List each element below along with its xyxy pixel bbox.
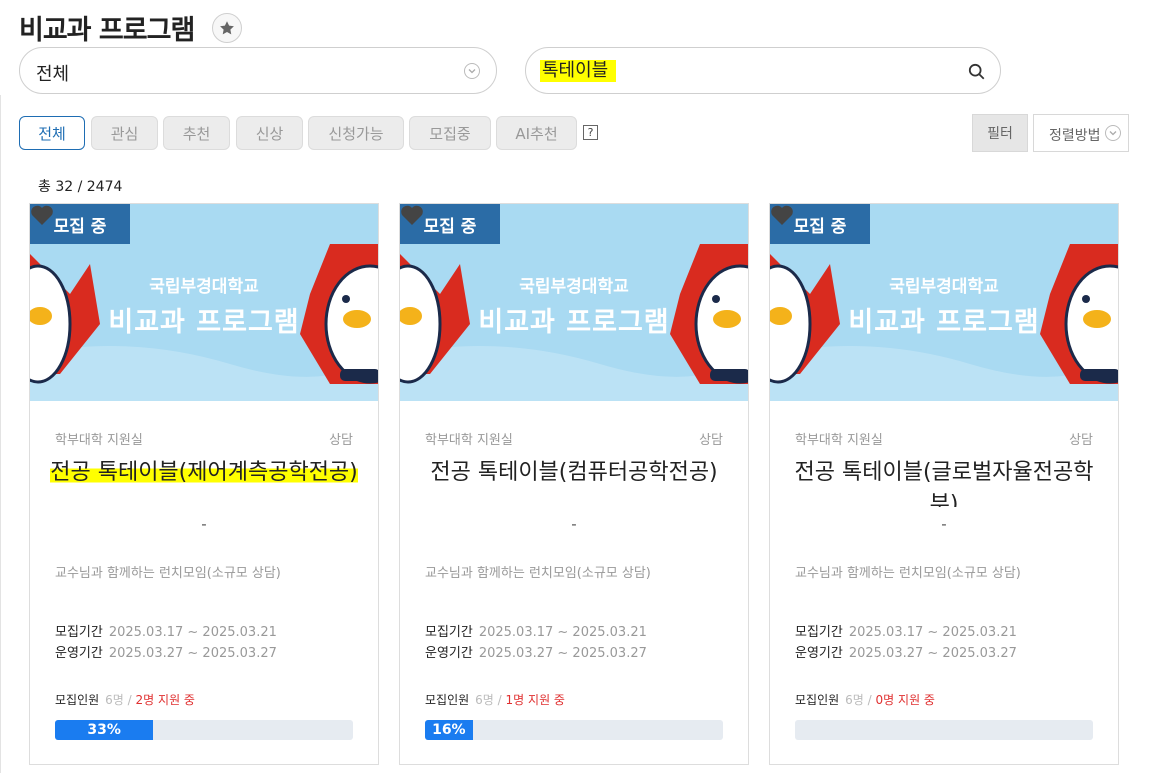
program-title[interactable]: 전공 톡테이블(컴퓨터공학전공) [420,457,728,507]
program-subtitle: - [571,515,577,533]
program-card[interactable]: 국립부경대학교 비교과 프로그램 모집 중 학부대학 지원실 상담 전공 톡테이… [29,203,379,765]
program-banner-image: 국립부경대학교 비교과 프로그램 모집 중 [770,204,1118,401]
applied-count: 0명 지원 중 [875,693,935,707]
tab-ai-recommended[interactable]: AI추천 [496,116,577,150]
program-category: 상담 [329,433,353,448]
run-period-value: 2025.03.27 ~ 2025.03.27 [108,646,277,661]
star-icon [220,21,234,35]
banner-title: 비교과 프로그램 [108,307,300,338]
result-count: 총 32 / 2474 [38,179,123,195]
progress-fill: 16% [425,720,473,740]
program-banner-image: 국립부경대학교 비교과 프로그램 모집 중 [400,204,748,401]
program-dept: 학부대학 지원실 [795,433,883,448]
banner-brand: 국립부경대학교 [519,277,629,297]
recruit-period-label: 모집기간 [425,625,473,640]
banner-title: 비교과 프로그램 [848,307,1040,338]
run-period-row: 운영기간 2025.03.27 ~ 2025.03.27 [55,642,277,661]
tab-recruiting[interactable]: 모집중 [409,116,491,150]
filter-button[interactable]: 필터 [972,114,1028,152]
heart-icon[interactable] [400,204,424,226]
recruit-period-row: 모집기간 2025.03.17 ~ 2025.03.21 [795,621,1017,640]
banner-brand: 국립부경대학교 [889,277,999,297]
capacity-value: 6명 / [475,693,502,707]
tab-all[interactable]: 전체 [19,116,85,150]
chevron-down-icon [464,63,480,79]
heart-icon[interactable] [30,204,54,226]
program-title[interactable]: 전공 톡테이블(제어계측공학전공) [50,457,358,507]
page-divider [0,95,1,773]
recruit-period-value: 2025.03.17 ~ 2025.03.21 [478,625,647,640]
search-icon[interactable] [968,63,986,85]
recruit-period-row: 모집기간 2025.03.17 ~ 2025.03.21 [425,621,647,640]
search-input-value: 톡테이블 [540,60,617,82]
capacity-row: 모집인원 6명 / 2명 지원 중 [55,691,195,708]
tab-new[interactable]: 신상 [236,116,303,150]
banner-title: 비교과 프로그램 [478,307,670,338]
run-period-label: 운영기간 [795,646,843,661]
program-banner-image: 국립부경대학교 비교과 프로그램 모집 중 [30,204,378,401]
progress-bar: 33% [55,720,353,740]
recruit-period-row: 모집기간 2025.03.17 ~ 2025.03.21 [55,621,277,640]
applied-count: 1명 지원 중 [505,693,565,707]
capacity-label: 모집인원 [425,693,470,707]
capacity-label: 모집인원 [55,693,100,707]
program-description: 교수님과 함께하는 런치모임(소규모 상담) [425,566,651,581]
program-dept: 학부대학 지원실 [55,433,143,448]
page-title: 비교과 프로그램 [19,15,195,46]
category-select-value: 전체 [36,64,70,85]
heart-icon[interactable] [770,204,794,226]
help-icon[interactable]: ? [583,125,598,140]
tab-recommended[interactable]: 추천 [163,116,230,150]
program-description: 교수님과 함께하는 런치모임(소규모 상담) [55,566,281,581]
run-period-row: 운영기간 2025.03.27 ~ 2025.03.27 [425,642,647,661]
capacity-row: 모집인원 6명 / 0명 지원 중 [795,691,935,708]
progress-bar: 16% [425,720,723,740]
program-card[interactable]: 국립부경대학교 비교과 프로그램 모집 중 학부대학 지원실 상담 전공 톡테이… [769,203,1119,765]
tab-available[interactable]: 신청가능 [308,116,404,150]
sort-select[interactable]: 정렬방법 [1033,114,1129,152]
capacity-value: 6명 / [105,693,132,707]
recruit-period-value: 2025.03.17 ~ 2025.03.21 [848,625,1017,640]
run-period-value: 2025.03.27 ~ 2025.03.27 [478,646,647,661]
capacity-row: 모집인원 6명 / 1명 지원 중 [425,691,565,708]
favorite-page-button[interactable] [212,13,242,43]
program-title-text: 전공 톡테이블(제어계측공학전공) [50,460,358,485]
run-period-label: 운영기간 [55,646,103,661]
program-title-text: 전공 톡테이블(글로벌자율전공학부) [794,460,1094,507]
program-title[interactable]: 전공 톡테이블(글로벌자율전공학부) [790,457,1098,507]
progress-fill: 33% [55,720,154,740]
capacity-label: 모집인원 [795,693,840,707]
applied-count: 2명 지원 중 [135,693,195,707]
program-category: 상담 [1069,433,1093,448]
recruit-period-value: 2025.03.17 ~ 2025.03.21 [108,625,277,640]
category-select[interactable]: 전체 [19,47,497,94]
chevron-down-icon [1105,125,1121,141]
sort-select-label: 정렬방법 [1049,128,1101,144]
recruit-period-label: 모집기간 [795,625,843,640]
program-dept: 학부대학 지원실 [425,433,513,448]
program-card[interactable]: 국립부경대학교 비교과 프로그램 모집 중 학부대학 지원실 상담 전공 톡테이… [399,203,749,765]
recruit-period-label: 모집기간 [55,625,103,640]
run-period-label: 운영기간 [425,646,473,661]
program-title-text: 전공 톡테이블(컴퓨터공학전공) [430,460,718,485]
progress-bar [795,720,1093,740]
program-subtitle: - [941,515,947,533]
banner-brand: 국립부경대학교 [149,277,259,297]
capacity-value: 6명 / [845,693,872,707]
run-period-value: 2025.03.27 ~ 2025.03.27 [848,646,1017,661]
program-category: 상담 [699,433,723,448]
tab-interest[interactable]: 관심 [91,116,158,150]
program-subtitle: - [201,515,207,533]
program-description: 교수님과 함께하는 런치모임(소규모 상담) [795,566,1021,581]
run-period-row: 운영기간 2025.03.27 ~ 2025.03.27 [795,642,1017,661]
search-input[interactable]: 톡테이블 [525,47,1001,94]
